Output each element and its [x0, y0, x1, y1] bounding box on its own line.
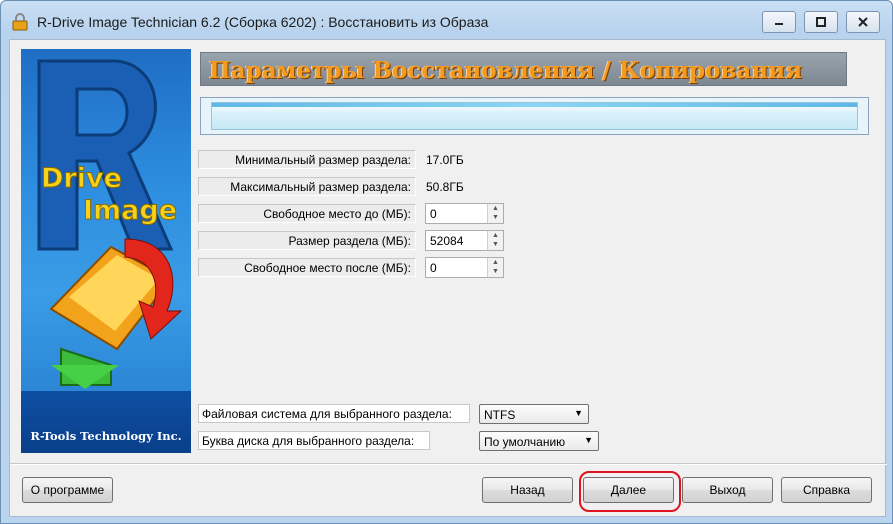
svg-text:Image: Image: [83, 195, 177, 226]
min-size-value: 17.0ГБ: [426, 153, 464, 167]
filesystem-label: Файловая система для выбранного раздела:: [198, 404, 470, 423]
free-before-input[interactable]: 0: [430, 207, 437, 221]
r-drive-image-logo: Drive Image: [37, 59, 183, 389]
section-header: Параметры Восстановления / Копирования: [200, 52, 847, 86]
partition-map-bar[interactable]: [211, 102, 858, 130]
window-title: R-Drive Image Technician 6.2 (Сборка 620…: [37, 14, 489, 30]
maximize-icon: [816, 17, 826, 27]
free-after-spin-arrows[interactable]: ▲ ▼: [487, 258, 503, 277]
minimize-icon: [775, 23, 783, 25]
help-button[interactable]: Справка: [781, 477, 872, 503]
spin-down-icon[interactable]: ▼: [488, 267, 503, 276]
free-after-label: Свободное место после (МБ):: [198, 258, 416, 277]
partition-size-label: Размер раздела (МБ):: [198, 231, 416, 250]
free-after-input[interactable]: 0: [430, 261, 437, 275]
about-button[interactable]: О программе: [22, 477, 113, 503]
max-size-label: Максимальный размер раздела:: [198, 177, 416, 196]
spin-up-icon[interactable]: ▲: [488, 258, 503, 267]
exit-button[interactable]: Выход: [682, 477, 773, 503]
free-before-spin-arrows[interactable]: ▲ ▼: [487, 204, 503, 223]
dropdown-arrow-icon: ▼: [584, 435, 593, 445]
banner-footer: R-Tools Technology Inc.: [21, 391, 191, 453]
back-button[interactable]: Назад: [482, 477, 573, 503]
close-icon: [858, 17, 868, 27]
spin-down-icon[interactable]: ▼: [488, 213, 503, 222]
minimize-button[interactable]: [762, 11, 796, 33]
spin-up-icon[interactable]: ▲: [488, 204, 503, 213]
spin-up-icon[interactable]: ▲: [488, 231, 503, 240]
free-after-spinner[interactable]: 0 ▲ ▼: [425, 257, 504, 278]
free-before-spinner[interactable]: 0 ▲ ▼: [425, 203, 504, 224]
product-banner: Drive Image R-Tools Technology Inc.: [21, 49, 191, 453]
close-button[interactable]: [846, 11, 880, 33]
drive-letter-value: По умолчанию: [484, 435, 566, 449]
title-bar: R-Drive Image Technician 6.2 (Сборка 620…: [1, 1, 892, 41]
filesystem-value: NTFS: [484, 408, 516, 422]
partition-map[interactable]: [200, 97, 869, 135]
drive-letter-label: Буква диска для выбранного раздела:: [198, 431, 430, 450]
min-size-label: Минимальный размер раздела:: [198, 150, 416, 169]
section-title: Параметры Восстановления / Копирования: [209, 57, 803, 84]
max-size-value: 50.8ГБ: [426, 180, 464, 194]
filesystem-select[interactable]: NTFS ▼: [479, 404, 589, 424]
dropdown-arrow-icon: ▼: [574, 408, 583, 418]
footer-separator: [10, 463, 887, 465]
app-window: R-Drive Image Technician 6.2 (Сборка 620…: [0, 0, 893, 524]
app-lock-icon: [12, 13, 28, 31]
svg-text:Drive: Drive: [41, 163, 122, 194]
company-name: R-Tools Technology Inc.: [30, 429, 182, 443]
partition-size-input[interactable]: 52084: [430, 234, 463, 248]
free-before-label: Свободное место до (МБ):: [198, 204, 416, 223]
dialog-body: Drive Image R-Tools Technology Inc. Пара…: [9, 39, 887, 517]
maximize-button[interactable]: [804, 11, 838, 33]
drive-letter-select[interactable]: По умолчанию ▼: [479, 431, 599, 451]
spin-down-icon[interactable]: ▼: [488, 240, 503, 249]
next-button-highlight: [579, 471, 681, 512]
partition-size-spinner[interactable]: 52084 ▲ ▼: [425, 230, 504, 251]
partition-size-spin-arrows[interactable]: ▲ ▼: [487, 231, 503, 250]
